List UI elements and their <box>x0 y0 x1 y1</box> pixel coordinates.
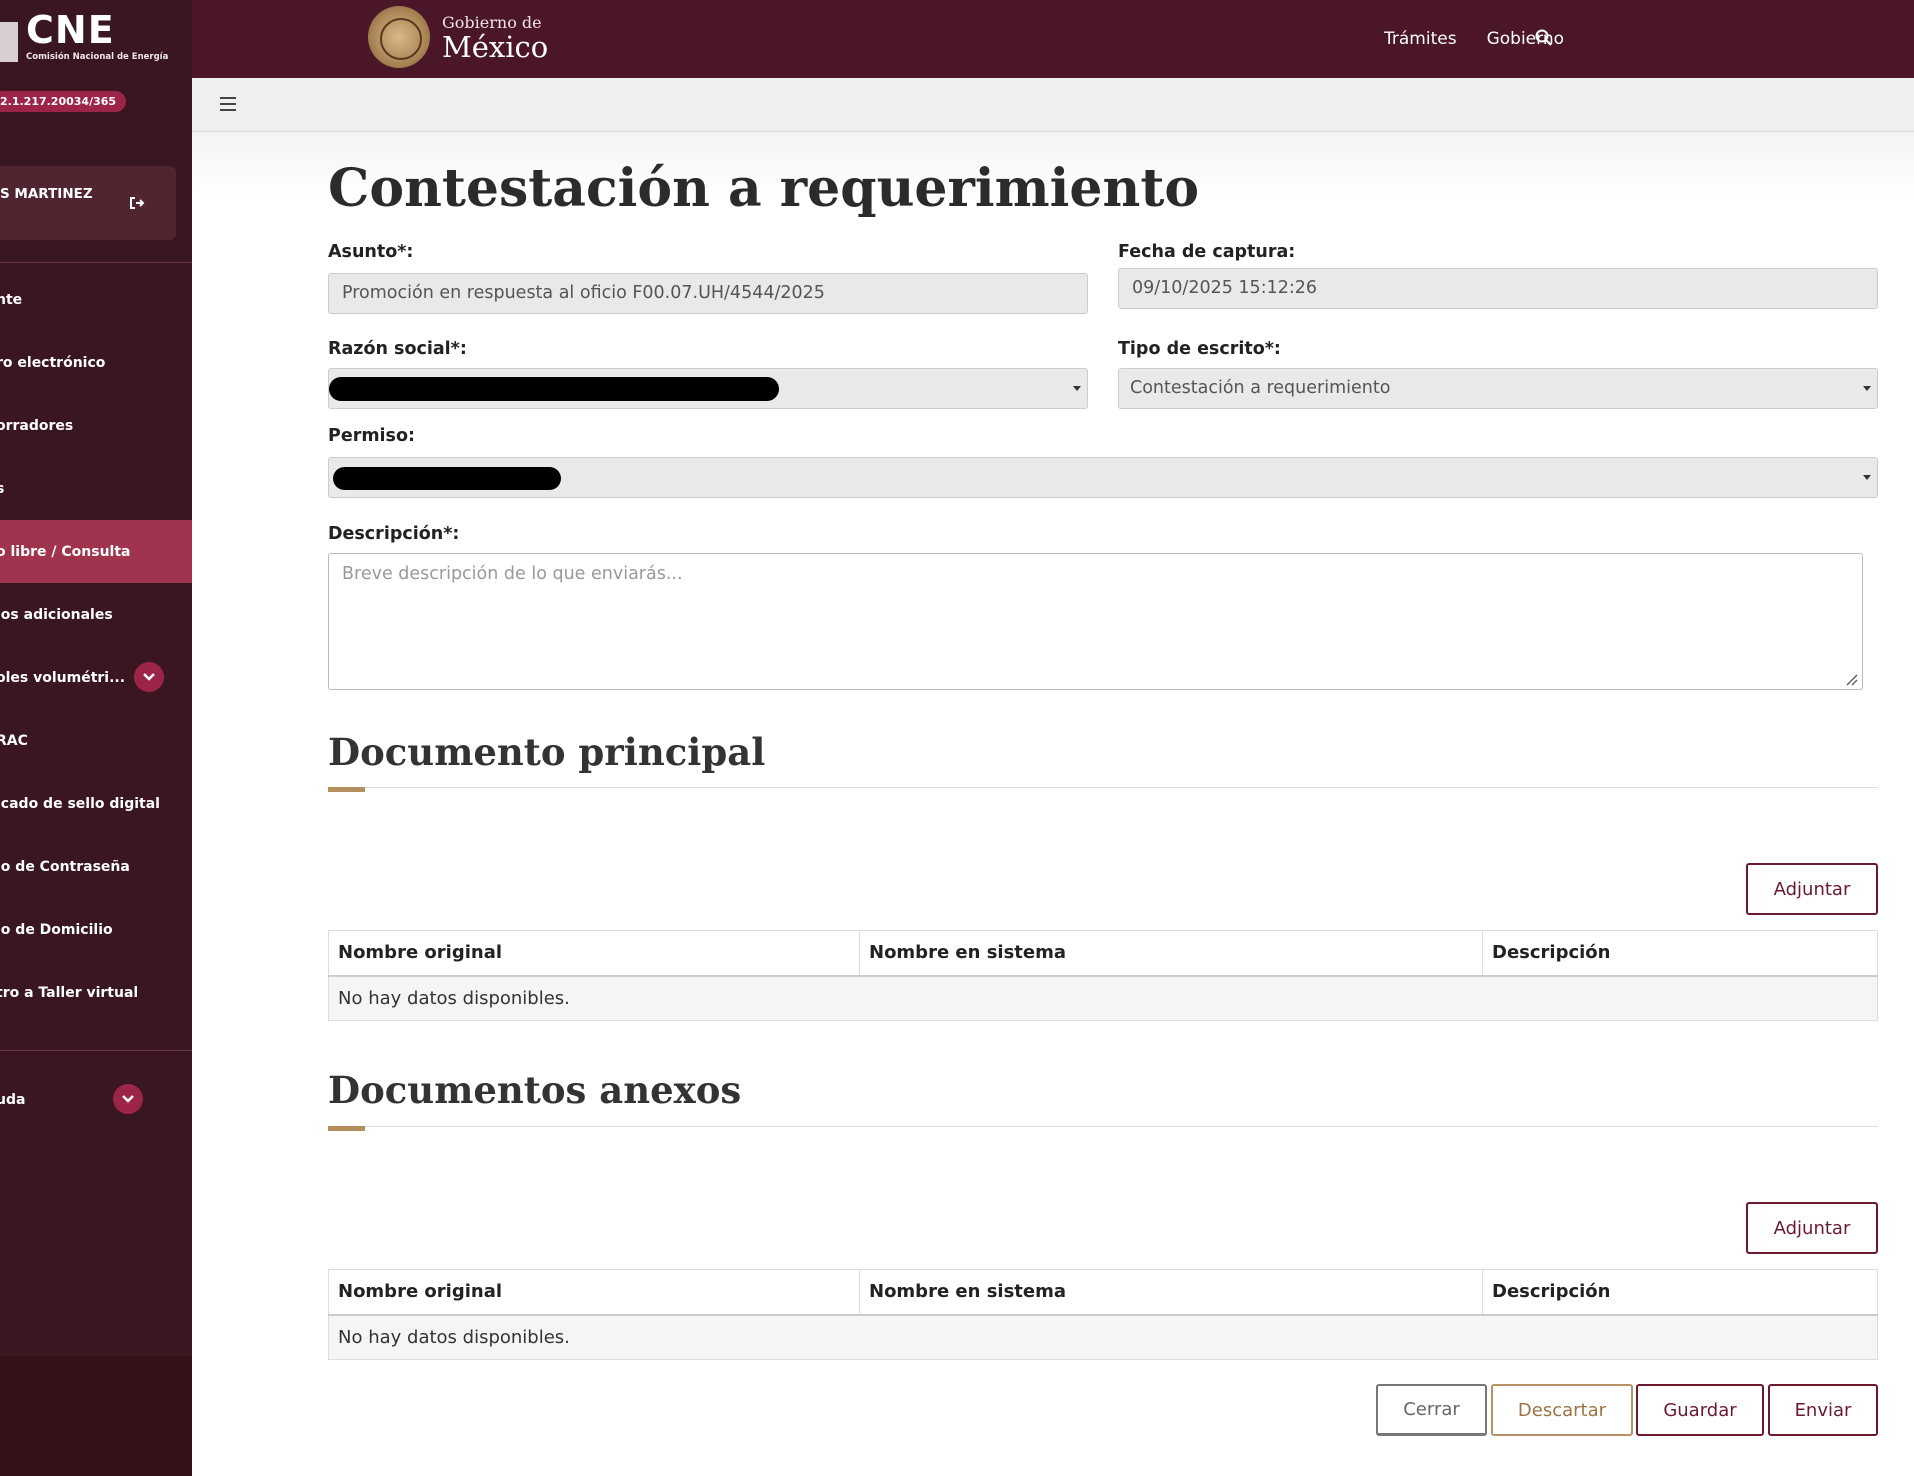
tipo-escrito-label: Tipo de escrito*: <box>1118 339 1281 359</box>
sidebar-item-label: ios adicionales <box>0 606 113 623</box>
documentos-anexos-table: Nombre original Nombre en sistema Descri… <box>328 1269 1878 1360</box>
user-card: S MARTINEZ <box>0 166 176 240</box>
sidebar-item-controles-volumetricos[interactable]: oles volumétri... <box>0 646 192 709</box>
sidebar-item-certificado-sello[interactable]: icado de sello digital <box>0 772 192 835</box>
enviar-button[interactable]: Enviar <box>1768 1384 1878 1436</box>
empty-table-message: No hay datos disponibles. <box>328 1314 1878 1360</box>
sidebar-item-label: s <box>0 480 5 497</box>
redacted-value <box>333 467 561 490</box>
descripcion-textarea[interactable]: Breve descripción de lo que enviarás... <box>328 553 1863 690</box>
sidebar-item-ayuda[interactable]: uda <box>0 1068 192 1131</box>
asunto-field[interactable]: Promoción en respuesta al oficio F00.07.… <box>328 273 1088 314</box>
section-title-documento-principal: Documento principal <box>328 730 766 774</box>
sidebar-item-borradores[interactable]: orradores <box>0 394 192 457</box>
table-row: No hay datos disponibles. <box>328 1314 1878 1360</box>
column-header-nombre-sistema[interactable]: Nombre en sistema <box>859 930 1483 977</box>
descartar-button[interactable]: Descartar <box>1491 1384 1633 1436</box>
cne-logo-mark-icon <box>0 22 18 62</box>
sidebar-footer <box>0 1356 192 1476</box>
section-rule <box>328 1126 1878 1127</box>
razon-social-select[interactable] <box>328 368 1088 409</box>
section-accent <box>328 1126 365 1131</box>
sidebar-item-label: ro electrónico <box>0 354 106 371</box>
sidebar-item-label: icado de sello digital <box>0 795 160 812</box>
column-header-nombre-original[interactable]: Nombre original <box>328 1269 860 1316</box>
descripcion-label: Descripción*: <box>328 524 460 544</box>
sidebar-item-label: tro a Taller virtual <box>0 984 139 1001</box>
caret-down-icon <box>1863 386 1871 391</box>
column-header-descripcion[interactable]: Descripción <box>1482 1269 1878 1316</box>
table-header-row: Nombre original Nombre en sistema Descri… <box>328 930 1878 977</box>
permiso-select[interactable] <box>328 457 1878 498</box>
hamburger-menu-icon[interactable] <box>220 97 236 111</box>
section-rule <box>328 787 1878 788</box>
sidebar-item-taller-virtual[interactable]: tro a Taller virtual <box>0 961 192 1024</box>
empty-table-message: No hay datos disponibles. <box>328 975 1878 1021</box>
page-title: Contestación a requerimiento <box>328 158 1200 219</box>
section-title-documentos-anexos: Documentos anexos <box>328 1068 742 1112</box>
sidebar-item-label: orradores <box>0 417 74 434</box>
guardar-button[interactable]: Guardar <box>1636 1384 1764 1436</box>
cne-logo[interactable]: CNE Comisión Nacional de Energía <box>0 8 168 68</box>
adjuntar-principal-button[interactable]: Adjuntar <box>1746 863 1878 915</box>
section-accent <box>328 787 365 792</box>
sidebar-divider <box>0 262 192 263</box>
sidebar-item-label: io de Domicilio <box>0 921 113 938</box>
asunto-label: Asunto*: <box>328 242 414 262</box>
tipo-escrito-select[interactable]: Contestación a requerimiento <box>1118 368 1878 409</box>
sidebar-item-cambio-contrasena[interactable]: io de Contraseña <box>0 835 192 898</box>
fecha-label: Fecha de captura: <box>1118 242 1296 262</box>
sidebar-nav: nte ro electrónico orradores s o libre /… <box>0 268 192 1024</box>
sidebar-item-escrito-libre[interactable]: o libre / Consulta <box>0 520 192 583</box>
table-header-row: Nombre original Nombre en sistema Descri… <box>328 1269 1878 1316</box>
sidebar-divider <box>0 1050 192 1051</box>
gob-big-text: México <box>442 30 549 64</box>
version-badge: 2.1.217.20034/365 <box>0 91 127 112</box>
sidebar: CNE Comisión Nacional de Energía 2.1.217… <box>0 0 192 1476</box>
column-header-nombre-sistema[interactable]: Nombre en sistema <box>859 1269 1483 1316</box>
sidebar-item-label: oles volumétri... <box>0 669 126 686</box>
logout-icon[interactable] <box>128 194 146 212</box>
sidebar-item-servicios-adicionales[interactable]: ios adicionales <box>0 583 192 646</box>
column-header-nombre-original[interactable]: Nombre original <box>328 930 860 977</box>
caret-down-icon <box>1073 386 1081 391</box>
search-icon[interactable] <box>1534 28 1554 48</box>
sidebar-item-label: o libre / Consulta <box>0 543 131 560</box>
chevron-down-icon[interactable] <box>134 662 164 692</box>
brand-subtitle: Comisión Nacional de Energía <box>26 52 169 62</box>
razon-social-label: Razón social*: <box>328 339 467 359</box>
sidebar-item-label: nte <box>0 291 23 308</box>
tipo-escrito-value: Contestación a requerimiento <box>1130 378 1391 398</box>
table-row: No hay datos disponibles. <box>328 975 1878 1021</box>
sidebar-item-label: uda <box>0 1091 26 1108</box>
sidebar-item-registro-electronico[interactable]: ro electrónico <box>0 331 192 394</box>
documento-principal-table: Nombre original Nombre en sistema Descri… <box>328 930 1878 1021</box>
sub-toolbar <box>192 78 1914 132</box>
column-header-descripcion[interactable]: Descripción <box>1482 930 1878 977</box>
gobierno-emblem-icon[interactable] <box>368 6 430 68</box>
permiso-label: Permiso: <box>328 426 415 446</box>
sidebar-item-label: io de Contraseña <box>0 858 130 875</box>
sidebar-item-rac[interactable]: RAC <box>0 709 192 772</box>
redacted-value <box>329 377 779 401</box>
top-header: Gobierno de México Trámites Gobierno <box>192 0 1914 78</box>
sidebar-item-cambio-domicilio[interactable]: io de Domicilio <box>0 898 192 961</box>
brand-title: CNE <box>26 8 115 52</box>
sidebar-item-tramites[interactable]: s <box>0 457 192 520</box>
fecha-field: 09/10/2025 15:12:26 <box>1118 268 1878 309</box>
nav-link-tramites[interactable]: Trámites <box>1384 29 1457 49</box>
adjuntar-anexos-button[interactable]: Adjuntar <box>1746 1202 1878 1254</box>
user-name: S MARTINEZ <box>0 186 93 202</box>
resize-grip-icon[interactable] <box>1844 672 1858 686</box>
gobierno-logo-text[interactable]: Gobierno de México <box>442 14 549 64</box>
sidebar-item-label: RAC <box>0 732 28 749</box>
chevron-down-icon[interactable] <box>113 1084 143 1114</box>
sidebar-item-inicio[interactable]: nte <box>0 268 192 331</box>
caret-down-icon <box>1863 475 1871 480</box>
cerrar-button[interactable]: Cerrar <box>1376 1384 1487 1436</box>
